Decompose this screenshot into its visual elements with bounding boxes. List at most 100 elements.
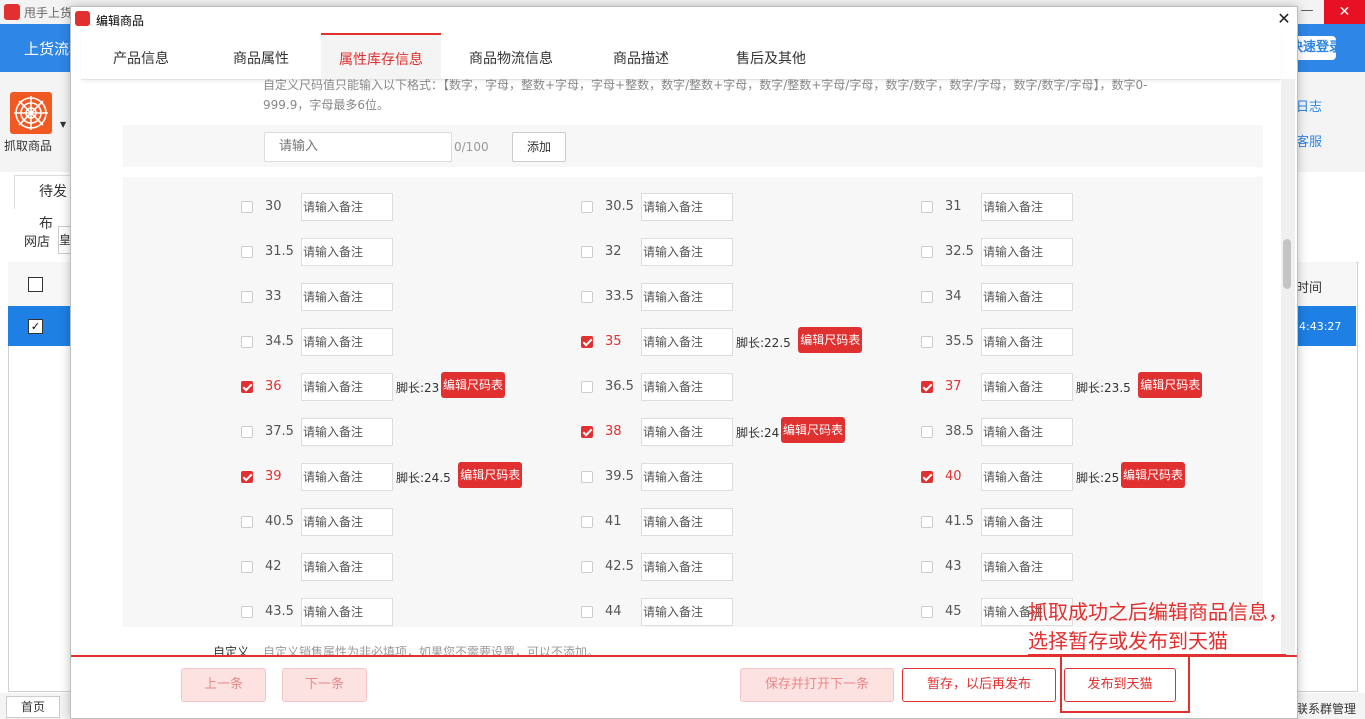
size-checkbox[interactable]	[921, 336, 933, 348]
size-checkbox[interactable]	[241, 336, 253, 348]
scrollbar-thumb[interactable]	[1283, 239, 1291, 289]
size-note-input[interactable]: 请输入备注	[981, 193, 1073, 221]
size-checkbox[interactable]	[581, 516, 593, 528]
size-checkbox[interactable]	[241, 426, 253, 438]
edit-size-chart-button[interactable]: 编辑尺码表	[1138, 372, 1203, 398]
size-checkbox[interactable]	[241, 606, 253, 618]
prev-button[interactable]: 上一条	[181, 668, 266, 702]
app-close-button[interactable]: ✕	[1324, 0, 1365, 24]
size-note-input[interactable]: 请输入备注	[301, 418, 393, 446]
custom-size-input[interactable]	[264, 132, 452, 162]
caret-down-icon[interactable]: ▼	[60, 120, 66, 129]
size-note-input[interactable]: 请输入备注	[641, 283, 733, 311]
size-checkbox[interactable]	[581, 336, 593, 348]
size-note-input[interactable]: 请输入备注	[301, 238, 393, 266]
edit-size-chart-button[interactable]: 编辑尺码表	[458, 462, 523, 488]
size-note-input[interactable]: 请输入备注	[641, 238, 733, 266]
size-option: 32.5 请输入备注	[921, 237, 1251, 267]
tab-after-sales[interactable]: 售后及其他	[701, 33, 841, 79]
tab-attribute-inventory[interactable]: 属性库存信息	[321, 33, 441, 79]
contact-group-admin-link[interactable]: 联系群管理	[1296, 700, 1356, 717]
size-checkbox[interactable]	[921, 246, 933, 258]
home-button[interactable]: 首页	[6, 696, 60, 718]
save-open-next-button[interactable]: 保存并打开下一条	[740, 668, 894, 702]
add-size-button[interactable]: 添加	[512, 132, 566, 162]
size-note-input[interactable]: 请输入备注	[301, 553, 393, 581]
size-note-input[interactable]: 请输入备注	[641, 598, 733, 626]
size-note-input[interactable]: 请输入备注	[641, 463, 733, 491]
grab-product-label[interactable]: 抓取商品	[4, 137, 52, 154]
size-checkbox[interactable]	[921, 516, 933, 528]
tab-pending-publish[interactable]: 待发布	[14, 175, 74, 232]
edit-size-chart-button[interactable]: 编辑尺码表	[1121, 462, 1186, 488]
size-note-input[interactable]: 请输入备注	[301, 193, 393, 221]
size-note-input[interactable]: 请输入备注	[981, 238, 1073, 266]
size-checkbox[interactable]	[241, 471, 253, 483]
size-checkbox[interactable]	[241, 246, 253, 258]
size-note-input[interactable]: 请输入备注	[981, 553, 1073, 581]
size-checkbox[interactable]	[921, 426, 933, 438]
size-note-input[interactable]: 请输入备注	[981, 373, 1073, 401]
size-option: 39.5 请输入备注	[581, 462, 911, 492]
size-note-input[interactable]: 请输入备注	[981, 508, 1073, 536]
app-logo-icon	[4, 4, 20, 20]
size-checkbox[interactable]	[921, 291, 933, 303]
size-note-input[interactable]: 请输入备注	[641, 373, 733, 401]
size-checkbox[interactable]	[581, 471, 593, 483]
size-note-input[interactable]: 请输入备注	[981, 418, 1073, 446]
size-note-input[interactable]: 请输入备注	[641, 553, 733, 581]
edit-size-chart-button[interactable]: 编辑尺码表	[441, 372, 506, 398]
log-link[interactable]: 日志	[1296, 96, 1322, 115]
size-checkbox[interactable]	[921, 561, 933, 573]
size-note-input[interactable]: 请输入备注	[641, 328, 733, 356]
size-note-input[interactable]: 请输入备注	[641, 418, 733, 446]
size-checkbox[interactable]	[921, 606, 933, 618]
customer-service-link[interactable]: 客服	[1296, 131, 1322, 150]
size-checkbox[interactable]	[921, 471, 933, 483]
edit-size-chart-button[interactable]: 编辑尺码表	[781, 417, 846, 443]
tab-product-attributes[interactable]: 商品属性	[201, 33, 321, 79]
size-note-input[interactable]: 请输入备注	[981, 283, 1073, 311]
size-checkbox[interactable]	[241, 561, 253, 573]
size-note-input[interactable]: 请输入备注	[641, 508, 733, 536]
size-checkbox[interactable]	[921, 201, 933, 213]
size-label: 30	[265, 199, 282, 214]
size-checkbox[interactable]	[921, 381, 933, 393]
tab-product-info[interactable]: 产品信息	[81, 33, 201, 79]
size-note-input[interactable]: 请输入备注	[301, 373, 393, 401]
size-note-input[interactable]: 请输入备注	[641, 193, 733, 221]
size-checkbox[interactable]	[581, 381, 593, 393]
size-option: 44 请输入备注	[581, 597, 911, 627]
tab-description[interactable]: 商品描述	[581, 33, 701, 79]
size-checkbox[interactable]	[581, 606, 593, 618]
size-label: 44	[605, 604, 622, 619]
size-checkbox[interactable]	[241, 201, 253, 213]
size-checkbox[interactable]	[581, 561, 593, 573]
row-checkbox[interactable]: ✓	[28, 319, 43, 334]
dialog-close-icon[interactable]: ✕	[1271, 7, 1297, 31]
select-all-checkbox[interactable]	[28, 277, 43, 292]
vertical-scrollbar[interactable]	[1281, 79, 1295, 657]
size-note-input[interactable]: 请输入备注	[301, 463, 393, 491]
size-note-input[interactable]: 请输入备注	[981, 328, 1073, 356]
size-checkbox[interactable]	[241, 291, 253, 303]
size-note-input[interactable]: 请输入备注	[301, 328, 393, 356]
size-note-input[interactable]: 请输入备注	[301, 283, 393, 311]
publish-tmall-button[interactable]: 发布到天猫	[1064, 668, 1176, 702]
size-note-input[interactable]: 请输入备注	[301, 598, 393, 626]
tab-logistics[interactable]: 商品物流信息	[441, 33, 581, 79]
size-format-hint: 自定义尺码值只能输入以下格式：【数字，字母，整数+字母，字母+整数，数字/整数+…	[263, 79, 1148, 112]
size-checkbox[interactable]	[241, 381, 253, 393]
size-note-input[interactable]: 请输入备注	[981, 463, 1073, 491]
next-button[interactable]: 下一条	[282, 668, 367, 702]
spider-web-icon[interactable]	[10, 92, 52, 134]
size-checkbox[interactable]	[581, 426, 593, 438]
size-checkbox[interactable]	[241, 516, 253, 528]
size-checkbox[interactable]	[581, 291, 593, 303]
edit-size-chart-button[interactable]: 编辑尺码表	[798, 327, 863, 353]
size-note-input[interactable]: 请输入备注	[301, 508, 393, 536]
save-draft-button[interactable]: 暂存，以后再发布	[902, 668, 1056, 702]
size-checkbox[interactable]	[581, 201, 593, 213]
size-checkbox[interactable]	[581, 246, 593, 258]
size-label: 40	[945, 469, 962, 484]
